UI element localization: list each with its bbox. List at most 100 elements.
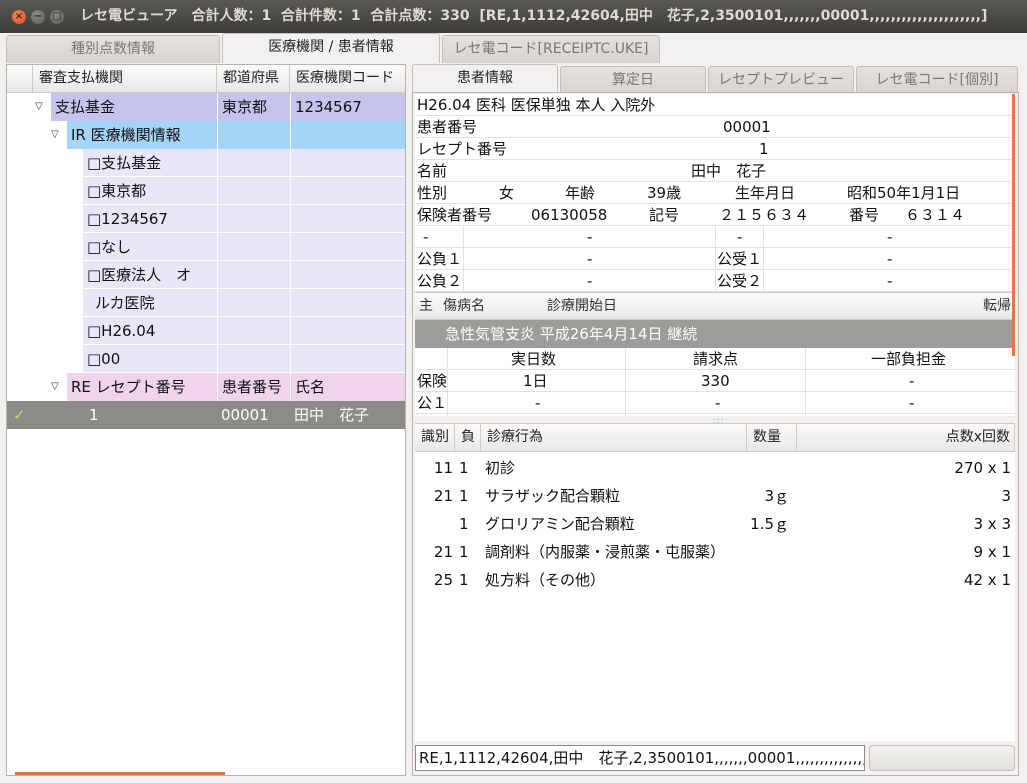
receipt-patient-name: 田中 花子 [294,406,370,424]
action-qty [715,566,789,594]
dash-3: - [737,228,743,246]
insurer-value: 06130058 [531,206,608,224]
disease-header-main[interactable]: 主 [419,293,433,315]
action-points: 3 [1001,487,1011,505]
actions-header-points[interactable]: 点数x回数 [797,424,1015,452]
totals-header-days: 実日数 [511,350,557,368]
sex-label: 性別 [417,184,448,202]
checkmark-icon: ✓ [13,406,26,424]
totals-header: 実日数 請求点 一部負担金 [415,348,1015,370]
status-button[interactable] [869,745,1015,771]
tree-root-code: 1234567 [290,93,405,121]
tree-ir-item-col3 [290,261,405,289]
title-bar: × − □ レセ電ビューア 合計人数：1 合計件数：1 合計点数：330 [RE… [0,0,1027,33]
tree-ir-col3 [290,121,405,149]
tab-receipt-preview[interactable]: レセプトプレビュー [708,66,854,94]
insurer-row: 保険者番号 06130058 記号 ２１５６３４ 番号 ６３１４ [415,204,1015,226]
actions-header-burden[interactable]: 負 [455,424,481,452]
age-value: 39歳 [647,184,682,202]
kohi1-value: - [587,250,593,268]
dob-label: 生年月日 [735,184,796,202]
name-label: 名前 [417,162,448,180]
separator [805,348,806,416]
actions-header-code[interactable]: 識別 [415,424,455,452]
maximize-window-button[interactable]: □ [50,10,64,24]
minimize-window-button[interactable]: − [31,10,45,24]
action-row[interactable]: 21 1 サラザック配合顆粒 3ｇ 3 [415,482,1015,510]
kigo-label: 記号 [649,206,680,224]
action-points: 42 x 1 [963,571,1011,589]
expander-down-icon[interactable]: ▽ [51,373,59,401]
receipt-number: 1 [89,406,99,424]
window-title: レセ電ビューア 合計人数：1 合計件数：1 合計点数：330 [RE,1,111… [80,8,988,24]
action-row[interactable]: 25 1 処方料（その他） 42 x 1 [415,566,1015,594]
actions-header-qty[interactable]: 数量 [747,424,797,452]
tree-row-receipt-selected[interactable]: ✓ 1 00001 田中 花子 [7,401,405,429]
tab-receipt-code-file[interactable]: レセ電コード[RECEIPTC.UKE] [442,35,660,63]
action-code [415,510,453,538]
kojyu1-label: 公受１ [717,250,763,268]
tab-category-points[interactable]: 種別点数情報 [6,35,220,63]
action-qty [715,538,789,566]
tree-header-institution-code[interactable]: 医療機関コード [290,65,405,93]
disease-header-start[interactable]: 診療開始日 [547,293,617,315]
disease-header-name[interactable]: 傷病名 [443,293,485,315]
totals-copay: - [909,372,915,390]
close-window-button[interactable]: × [12,10,26,24]
tree-header-blank [7,65,33,93]
receipt-number-label: レセプト番号 [417,140,508,158]
code-line-field[interactable]: RE,1,1112,42604,田中 花子,2,3500101,,,,,,,00… [415,745,865,771]
expander-down-icon[interactable]: ▽ [51,121,59,149]
tree-ir-item-label: □なし [83,233,217,261]
summary-row: H26.04 医科 医保単独 本人 入院外 [415,94,1015,116]
tree-ir-item-col3 [290,345,405,373]
dash-1: - [423,228,429,246]
action-points: 9 x 1 [973,543,1012,561]
tree-ir-item-label: □支払基金 [83,149,217,177]
tree-ir-item-label: □1234567 [83,205,217,233]
kohi2-value: - [587,272,593,290]
dash-2: - [587,228,593,246]
disease-header-outcome[interactable]: 転帰 [983,293,1011,315]
medical-actions-table: 識別 負 診療行為 数量 点数x回数 11 1 初診 270 x 1 21 1 サラザック配… [415,423,1015,741]
disease-row[interactable]: 急性気管支炎 平成26年4月14日 継続 [415,320,1015,348]
receipt-tree: 審査支払機関 都道府県 医療機関コード ▽ 支払基金 東京都 1234567 ▽… [6,64,406,776]
separator [625,348,626,416]
action-row[interactable]: 11 1 初診 270 x 1 [415,454,1015,482]
kojyu2-value: - [887,272,893,290]
tree-ir-item-label: □医療法人 オ [83,261,217,289]
actions-header-action[interactable]: 診療行為 [481,424,747,452]
tree-header-organization[interactable]: 審査支払機関 [33,65,217,93]
tab-institution-patient[interactable]: 医療機関 / 患者情報 [222,33,440,63]
dob-value: 昭和50年1月1日 [847,184,961,202]
patient-number-label: 患者番号 [417,118,478,136]
action-qty [715,454,789,482]
bango-label: 番号 [849,206,880,224]
tree-ir-item-col3 [290,233,405,261]
tree-ir-item-col2 [217,289,290,317]
tree-ir-item-col3 [290,205,405,233]
scroll-indicator [15,772,225,775]
tab-patient-info[interactable]: 患者情報 [412,64,558,94]
expander-down-icon[interactable]: ▽ [35,93,43,121]
tree-ir-item-col2 [217,205,290,233]
name-value: 田中 花子 [691,162,767,180]
receipt-number-row: レセプト番号 1 [415,138,1015,160]
patient-number-value: 00001 [723,118,771,136]
tree-ir-item-col2 [217,345,290,373]
action-code: 11 [433,459,453,477]
action-row[interactable]: 21 1 調剤料（内服薬・浸煎薬・屯服薬） 9 x 1 [415,538,1015,566]
disease-header: 主 傷病名 診療開始日 転帰 [415,292,1015,320]
totals-row-kohi1: 公１ - - - [415,392,1015,414]
scroll-indicator [1012,94,1015,356]
action-qty: 3ｇ [764,487,789,505]
totals-points: 330 [701,372,730,390]
action-code: 21 [433,543,453,561]
tab-receipt-code-single[interactable]: レセ電コード[個別] [856,66,1018,94]
tree-ir-item-col2 [217,177,290,205]
action-row[interactable]: 1 グロリアミン配合顆粒 1.5ｇ 3 x 3 [415,510,1015,538]
separator [447,348,448,416]
tree-header-prefecture[interactable]: 都道府県 [217,65,290,93]
kohi2-label: 公負２ [417,272,463,290]
tab-calc-date[interactable]: 算定日 [560,66,706,94]
